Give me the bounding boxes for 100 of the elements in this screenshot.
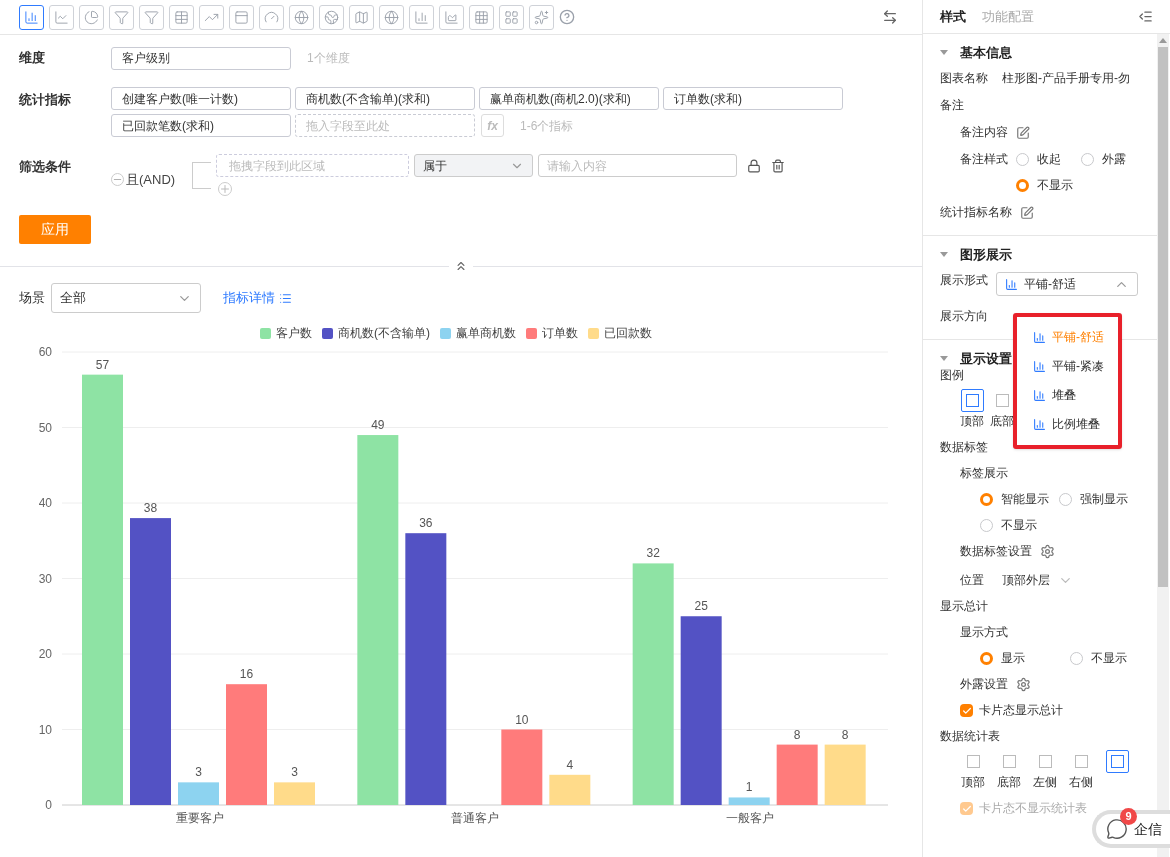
checkbox-label: 卡片态显示总计 — [979, 702, 1063, 719]
legend-label[interactable]: 订单数 — [542, 324, 578, 342]
radio-button[interactable] — [1016, 153, 1029, 166]
globe-icon — [384, 9, 399, 25]
legend-swatch — [260, 327, 271, 339]
operator-select[interactable]: 属于 — [414, 154, 534, 177]
bar-value-label: 3 — [291, 765, 298, 780]
bar-value-label: 8 — [793, 727, 801, 742]
settings-icon[interactable] — [1016, 677, 1031, 692]
metric-field[interactable]: 赢单商机数(商机2.0)(求和) — [479, 87, 659, 110]
display-form-select[interactable]: 平铺-舒适 — [996, 272, 1138, 296]
bar-value-label: 36 — [419, 516, 433, 531]
delete-icon[interactable] — [771, 158, 786, 173]
table-position-option[interactable] — [1105, 750, 1129, 773]
metric-field[interactable]: 商机数(不含输单)(求和) — [295, 87, 475, 110]
setting-label: 外露设置 — [960, 676, 1008, 693]
radio-button[interactable] — [980, 519, 993, 532]
radio-button[interactable] — [1070, 652, 1083, 665]
legend-label[interactable]: 商机数(不含输单) — [338, 324, 430, 342]
dropdown-option[interactable]: 比例堆叠 — [1033, 416, 1118, 433]
bar-value-label: 25 — [694, 599, 708, 614]
chart-name-value[interactable]: 柱形图-产品手册专用-勿 — [1002, 70, 1130, 87]
radio-button[interactable] — [1059, 493, 1072, 506]
bar-value-label: 4 — [566, 757, 574, 772]
edit-icon[interactable] — [1020, 205, 1034, 220]
axis-category-label: 普通客户 — [451, 811, 499, 825]
metric-field[interactable]: 创建客户数(唯一计数) — [111, 87, 291, 110]
bar-chart-icon — [414, 9, 429, 25]
legend-swatch — [526, 327, 537, 339]
axis-category-label: 一般客户 — [726, 811, 775, 825]
section-title: 基本信息 — [960, 43, 1012, 61]
radio-button[interactable] — [980, 493, 993, 506]
radio-button[interactable] — [1016, 179, 1029, 192]
dropdown-option[interactable]: 平铺-紧凑 — [1033, 358, 1118, 375]
metric-field[interactable]: 订单数(求和) — [663, 87, 843, 110]
logic-label[interactable]: 且(AND) — [126, 170, 176, 190]
radio-label: 外露 — [1102, 151, 1126, 168]
bar-chart-icon — [1005, 277, 1018, 291]
chat-label: 企信 — [1134, 819, 1162, 839]
setting-label: 展示形式 — [940, 272, 988, 289]
bar — [728, 797, 770, 805]
settings-icon[interactable] — [1040, 544, 1055, 559]
radio-button[interactable] — [1081, 153, 1094, 166]
grid-icon — [474, 9, 489, 25]
bar-value-label: 16 — [239, 667, 254, 682]
collapse-caret-icon[interactable] — [940, 49, 948, 55]
axis-tick-label: 20 — [38, 647, 52, 661]
legend-position-option[interactable] — [960, 389, 984, 412]
option-label: 顶部 — [960, 413, 984, 430]
setting-label: 数据标签 — [940, 439, 988, 456]
chat-button[interactable]: 企信 9 — [1092, 810, 1170, 848]
collapse-caret-icon[interactable] — [940, 355, 948, 361]
checkbox-label: 卡片态不显示统计表 — [979, 800, 1087, 817]
setting-label: 备注 — [940, 97, 964, 114]
panel-tab[interactable]: 样式 — [940, 8, 966, 25]
legend-label[interactable]: 已回款数 — [604, 324, 652, 342]
gauge-icon — [264, 9, 279, 25]
field-label: 维度 — [19, 49, 46, 68]
axis-tick-label: 30 — [38, 571, 52, 586]
radio-button[interactable] — [980, 652, 993, 665]
bar-chart-icon — [1033, 389, 1046, 402]
bar-chart-icon — [24, 9, 39, 25]
collapse-panel-icon[interactable] — [1138, 9, 1153, 24]
swap-icon[interactable] — [882, 9, 898, 25]
setting-label: 标签展示 — [959, 465, 1008, 482]
setting-label: 统计指标名称 — [940, 204, 1012, 221]
bar-chart-icon — [1033, 331, 1046, 344]
legend-label[interactable]: 客户数 — [276, 324, 312, 342]
legend-swatch — [588, 327, 599, 339]
map-icon — [354, 9, 369, 25]
setting-label: 展示方向 — [940, 308, 988, 325]
metric-details-link[interactable]: 指标详情 — [223, 288, 292, 308]
scene-select[interactable]: 全部 — [51, 283, 201, 313]
pie-chart-icon — [84, 9, 99, 25]
bar-value-label: 3 — [195, 765, 202, 780]
axis-tick-label: 50 — [38, 420, 52, 435]
setting-label: 位置 — [960, 572, 984, 589]
lock-icon[interactable] — [747, 158, 762, 173]
collapse-caret-icon[interactable] — [940, 251, 948, 257]
bar-chart-icon — [1033, 360, 1046, 373]
hint-text: 1个维度 — [307, 50, 350, 67]
position-select[interactable]: 顶部外层 — [1002, 572, 1073, 589]
section-title: 显示设置 — [960, 349, 1012, 367]
metric-field[interactable]: 已回款笔数(求和) — [111, 114, 291, 137]
grid-icon — [504, 9, 519, 25]
checkbox[interactable] — [960, 704, 973, 717]
section-title: 图形展示 — [960, 245, 1012, 263]
edit-icon[interactable] — [1016, 125, 1030, 140]
dropdown-option[interactable]: 堆叠 — [1033, 387, 1118, 404]
legend-label[interactable]: 赢单商机数 — [456, 324, 516, 342]
sparkle-icon — [534, 9, 549, 25]
dimension-field[interactable]: 客户级别 — [111, 46, 291, 70]
radio-label: 显示 — [1001, 650, 1025, 667]
bar-chart-icon — [1033, 418, 1046, 431]
card-icon — [234, 9, 249, 25]
funnel-icon — [144, 9, 159, 25]
chart-type-button[interactable] — [19, 4, 44, 30]
setting-label: 备注样式 — [960, 151, 1008, 168]
help-icon[interactable] — [559, 9, 575, 25]
collapse-icon[interactable] — [454, 259, 468, 273]
